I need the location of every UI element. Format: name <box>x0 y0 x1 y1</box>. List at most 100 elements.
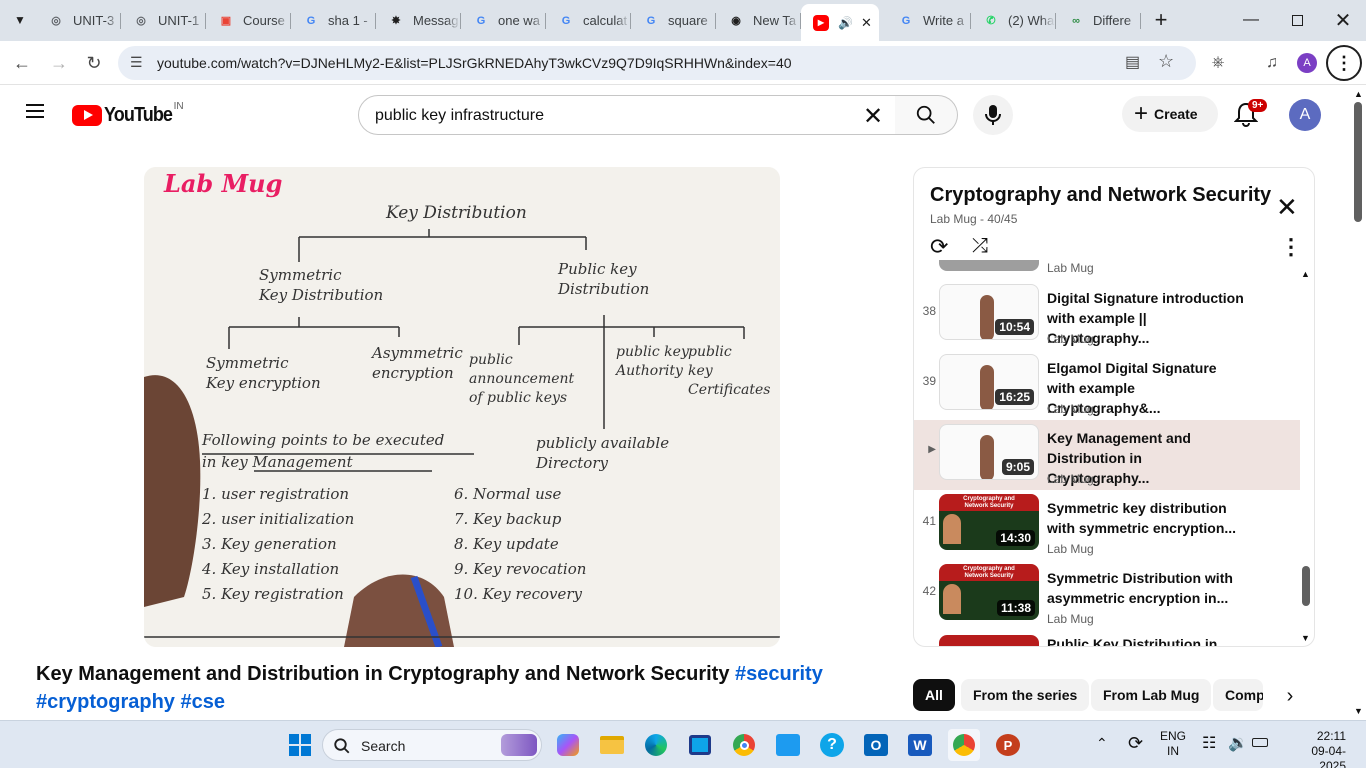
forward-button[interactable]: → <box>47 51 71 75</box>
close-playlist-button[interactable]: ✕ <box>1276 192 1298 223</box>
bookmark-star-icon[interactable]: ☆ <box>1158 51 1174 72</box>
playlist-scrollbar-thumb[interactable] <box>1302 566 1310 606</box>
voice-search-button[interactable] <box>973 95 1013 135</box>
scroll-up-arrow-icon[interactable]: ▲ <box>1301 269 1310 279</box>
outlook-icon[interactable]: O <box>860 729 892 761</box>
chip-partial[interactable]: Comp <box>1213 679 1263 711</box>
browser-tab[interactable]: Gone wa <box>461 4 545 37</box>
word-icon[interactable]: W <box>904 729 936 761</box>
chrome-profile-icon[interactable] <box>948 729 980 761</box>
account-avatar[interactable]: A <box>1289 99 1321 131</box>
store-icon[interactable] <box>684 729 716 761</box>
browser-tab[interactable]: Gsha 1 - <box>291 4 375 37</box>
new-tab-button[interactable]: + <box>1138 6 1184 34</box>
scroll-up-arrow-icon[interactable]: ▲ <box>1354 89 1363 99</box>
close-window-button[interactable]: ✕ <box>1320 6 1366 34</box>
powerpoint-icon[interactable]: P <box>992 729 1024 761</box>
playlist-item-title[interactable]: Symmetric key distribution with symmetri… <box>1047 498 1247 538</box>
show-hidden-icons[interactable]: ⌃ <box>1096 735 1108 752</box>
playlist-item-channel: Lab Mug <box>1047 472 1094 486</box>
edge-icon[interactable] <box>640 729 672 761</box>
playlist-item[interactable]: 38 10:54 Digital Signature introduction wi… <box>914 280 1300 350</box>
playlist-more-button[interactable]: ⋮ <box>1280 234 1302 260</box>
partial-thumb[interactable] <box>939 260 1039 271</box>
browser-tab[interactable]: ∞ Differe <box>1056 4 1140 37</box>
playlist-item-thumbnail[interactable]: 10:54 <box>939 284 1039 340</box>
app-icon-myap[interactable] <box>772 729 804 761</box>
partial-bottom-thumb[interactable] <box>939 635 1039 646</box>
install-app-icon[interactable]: ▤ <box>1125 52 1140 72</box>
search-button[interactable] <box>895 95 958 135</box>
network-icon[interactable]: ☷ <box>1202 733 1216 753</box>
profile-avatar[interactable]: A <box>1297 53 1317 73</box>
browser-tab[interactable]: Gsquare <box>631 4 715 37</box>
address-bar[interactable]: ☰ youtube.com/watch?v=DJNeHLMy2-E&list=P… <box>118 46 1196 80</box>
playlist-item-thumbnail[interactable]: Cryptography and Network Security 11:38 <box>939 564 1039 620</box>
back-button[interactable]: ← <box>10 51 34 75</box>
minimize-button[interactable]: — <box>1228 6 1274 34</box>
scroll-down-arrow-icon[interactable]: ▼ <box>1301 633 1310 643</box>
start-button[interactable] <box>284 729 316 761</box>
chip-all[interactable]: All <box>913 679 955 711</box>
volume-icon[interactable]: 🔉 <box>1228 733 1248 753</box>
create-button[interactable]: + Create <box>1122 96 1218 132</box>
browser-tab[interactable]: G Write a <box>886 4 970 37</box>
browser-tab[interactable]: ◎ UNIT-1 <box>121 4 205 37</box>
reload-button[interactable]: ↻ <box>82 51 106 75</box>
clear-search-icon[interactable]: ✕ <box>863 102 883 131</box>
copilot-icon[interactable] <box>552 729 584 761</box>
shuffle-button[interactable]: ⤮ <box>972 235 988 258</box>
playlist-item-thumbnail[interactable]: 9:05 <box>939 424 1039 480</box>
globe-icon: ◎ <box>136 15 146 27</box>
video-player[interactable]: Lab Mug Key Distribution Symmetric Key D… <box>144 167 780 647</box>
playlist-item[interactable]: 41 Cryptography and Network Security 14:30… <box>914 490 1300 560</box>
playlist-title[interactable]: Cryptography and Network Security <box>930 184 1271 207</box>
browser-tab[interactable]: ◉ New Ta <box>716 4 800 37</box>
youtube-logo[interactable]: YouTube IN <box>72 101 184 127</box>
partial-bottom-title[interactable]: Public Key Distribution in... <box>1047 636 1229 646</box>
chip-from-series[interactable]: From the series <box>961 679 1090 711</box>
notifications-button[interactable]: 9+ <box>1233 99 1268 130</box>
search-input[interactable]: public key infrastructure ✕ <box>358 95 896 135</box>
hashtag-link[interactable]: #cryptography #cse <box>36 691 225 713</box>
media-control-button[interactable]: ♫ <box>1260 51 1284 75</box>
playlist-item[interactable]: 42 Cryptography and Network Security 11:38… <box>914 560 1300 630</box>
site-info-icon[interactable]: ☰ <box>130 54 143 71</box>
chrome-icon[interactable] <box>728 729 760 761</box>
browser-tab[interactable]: ✆ (2) Wha <box>971 4 1055 37</box>
clock[interactable]: 22:11 09-04-2025 <box>1286 729 1346 768</box>
browser-menu-button[interactable]: ⋮ <box>1326 45 1362 81</box>
loop-button[interactable]: ⟳ <box>930 234 948 260</box>
browser-tab[interactable]: ▣ Course <box>206 4 290 37</box>
playlist-item-thumbnail[interactable]: Cryptography and Network Security 14:30 <box>939 494 1039 550</box>
browser-tab[interactable]: ▶ 🔊 ✕ <box>801 4 879 41</box>
browser-tab[interactable]: Gcalculat <box>546 4 630 37</box>
chip-from-channel[interactable]: From Lab Mug <box>1091 679 1212 711</box>
scroll-down-arrow-icon[interactable]: ▼ <box>1354 706 1363 716</box>
language-indicator[interactable]: ENG IN <box>1160 729 1186 759</box>
hashtag-link[interactable]: #security <box>735 663 823 685</box>
browser-tab[interactable]: ✸ Messag <box>376 4 460 37</box>
browser-tab[interactable]: ◎ UNIT-3 <box>36 4 120 37</box>
playlist-item-thumbnail[interactable]: 16:25 <box>939 354 1039 410</box>
maximize-button[interactable] <box>1274 6 1320 34</box>
taskbar-search-box[interactable]: Search <box>322 729 542 761</box>
page-scrollbar-thumb[interactable] <box>1354 102 1362 222</box>
search-query-text[interactable]: public key infrastructure <box>375 107 544 125</box>
playlist-item[interactable]: ▶ 9:05 Key Management and Distribution in … <box>914 420 1300 490</box>
tab-audio-icon[interactable]: 🔊 <box>838 16 853 30</box>
page-scrollbar[interactable]: ▲ ▼ <box>1350 86 1366 720</box>
sync-icon[interactable]: ⟳ <box>1128 733 1143 754</box>
battery-icon[interactable] <box>1252 738 1268 747</box>
file-explorer-icon[interactable] <box>596 729 628 761</box>
chips-next-button[interactable]: › <box>1275 681 1305 711</box>
playlist-item-title[interactable]: Symmetric Distribution with asymmetric e… <box>1047 568 1247 608</box>
tab-search-button[interactable]: ▼ <box>8 8 32 32</box>
extensions-button[interactable]: ⎈ <box>1206 51 1230 75</box>
notification-count-badge: 9+ <box>1248 99 1268 112</box>
guide-menu-button[interactable] <box>24 104 46 122</box>
tab-close-icon[interactable]: ✕ <box>861 15 872 31</box>
help-icon[interactable]: ? <box>816 729 848 761</box>
playlist-item[interactable]: 39 16:25 Elgamol Digital Signature with ex… <box>914 350 1300 420</box>
url-text[interactable]: youtube.com/watch?v=DJNeHLMy2-E&list=PLJ… <box>157 55 792 71</box>
